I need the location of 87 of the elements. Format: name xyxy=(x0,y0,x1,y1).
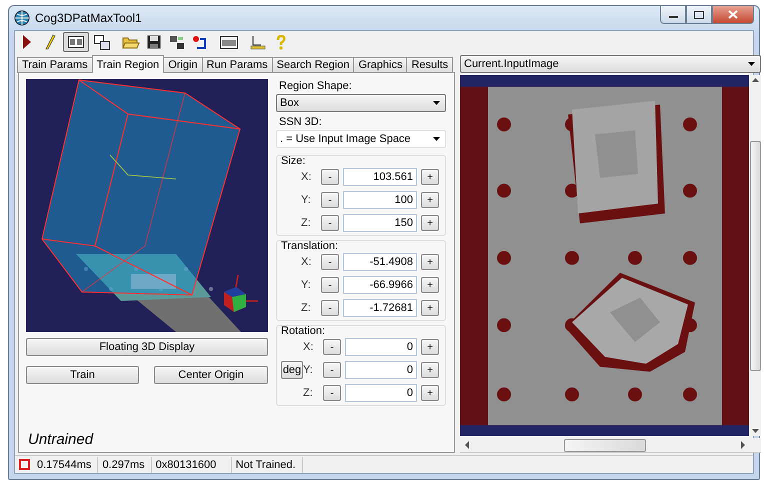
group-title: Size: xyxy=(281,155,306,168)
increment-button[interactable]: + xyxy=(421,385,439,401)
number-field[interactable]: -66.9966 xyxy=(343,276,417,294)
number-field[interactable]: 100 xyxy=(343,191,417,209)
train-button[interactable]: Train xyxy=(26,366,139,384)
center-origin-button[interactable]: Center Origin xyxy=(154,366,268,384)
increment-button[interactable]: + xyxy=(421,339,439,355)
tab[interactable]: Graphics xyxy=(353,57,408,73)
caret-icon xyxy=(433,101,440,105)
folder-icon xyxy=(122,35,140,49)
decrement-button[interactable]: - xyxy=(323,339,341,355)
horizontal-scrollbar[interactable] xyxy=(460,438,761,453)
help-icon xyxy=(276,34,286,50)
scroll-thumb[interactable] xyxy=(564,438,646,452)
decrement-button[interactable]: - xyxy=(321,169,339,185)
floating-display-button[interactable]: Floating 3D Display xyxy=(26,338,268,356)
increment-button[interactable]: + xyxy=(421,169,439,185)
toolbar-button[interactable] xyxy=(92,32,112,52)
windows-icon xyxy=(94,34,110,50)
decrement-button[interactable]: - xyxy=(321,277,339,293)
scroll-right-icon[interactable] xyxy=(741,441,747,449)
region-shape-dropdown[interactable]: Box xyxy=(276,94,446,112)
increment-button[interactable]: + xyxy=(421,362,439,378)
caret-icon xyxy=(433,137,440,141)
decrement-button[interactable]: - xyxy=(323,362,341,378)
train-status-text: Untrained xyxy=(27,431,94,448)
number-field[interactable]: 0 xyxy=(345,361,417,379)
decrement-button[interactable]: - xyxy=(321,254,339,270)
status-text: 0.297ms xyxy=(98,456,152,472)
axis-label: Z: xyxy=(301,217,312,229)
increment-button[interactable]: + xyxy=(421,277,439,293)
play-icon xyxy=(22,34,32,50)
field-label: Region Shape: xyxy=(279,79,353,93)
ruler-icon xyxy=(250,34,266,50)
increment-button[interactable]: + xyxy=(421,254,439,270)
increment-button[interactable]: + xyxy=(421,215,439,231)
tab[interactable]: Train Region xyxy=(92,55,164,73)
axis-label: Y: xyxy=(301,279,312,291)
tab[interactable]: Train Params xyxy=(17,57,93,73)
maximize-icon xyxy=(694,10,704,18)
decrement-button[interactable]: - xyxy=(321,192,339,208)
axis-label: Y: xyxy=(303,364,314,376)
axis-label: X: xyxy=(301,171,312,183)
minimize-button[interactable] xyxy=(660,6,686,24)
vertical-scrollbar[interactable] xyxy=(749,75,761,436)
increment-button[interactable]: + xyxy=(421,300,439,316)
axis-label: X: xyxy=(303,341,314,353)
save-icon xyxy=(147,35,161,49)
scroll-thumb[interactable] xyxy=(750,140,760,370)
number-field[interactable]: 103.561 xyxy=(343,168,417,186)
axis-label: Y: xyxy=(301,194,312,206)
stop-square-icon xyxy=(19,459,30,470)
tab[interactable]: Search Region xyxy=(272,57,354,73)
ssn-dropdown[interactable]: . = Use Input Image Space xyxy=(276,130,446,148)
number-field[interactable]: 150 xyxy=(343,214,417,232)
close-icon xyxy=(728,10,738,19)
decrement-button[interactable]: - xyxy=(323,385,341,401)
axis-label: Z: xyxy=(303,387,314,399)
status-text: 0.17544ms xyxy=(33,456,98,472)
axis-label: Z: xyxy=(301,302,312,314)
number-field[interactable]: -51.4908 xyxy=(343,253,417,271)
number-field[interactable]: 0 xyxy=(345,384,417,402)
unit-button[interactable]: deg xyxy=(281,361,303,379)
status-text: Not Trained. xyxy=(232,456,303,472)
number-field[interactable]: 0 xyxy=(345,338,417,356)
window-title: Cog3DPatMaxTool1 xyxy=(35,11,143,25)
decrement-button[interactable]: - xyxy=(321,215,339,231)
status-text: 0x80131600 xyxy=(152,456,232,472)
toolbar-button[interactable] xyxy=(63,32,89,52)
image-selector-dropdown[interactable]: Current.InputImage xyxy=(460,55,761,73)
field-label: SSN 3D: xyxy=(279,115,323,129)
group-title: Rotation: xyxy=(281,325,326,338)
close-button[interactable] xyxy=(712,6,754,24)
axes-cube-icon xyxy=(224,274,259,312)
increment-button[interactable]: + xyxy=(421,192,439,208)
scroll-left-icon[interactable] xyxy=(463,441,469,449)
globe-icon xyxy=(14,10,30,26)
axis-label: X: xyxy=(301,256,312,268)
maximize-button[interactable] xyxy=(686,6,712,24)
number-field[interactable]: -1.72681 xyxy=(343,299,417,317)
group-title: Translation: xyxy=(281,240,340,253)
display-icon xyxy=(68,36,84,48)
decrement-button[interactable]: - xyxy=(321,300,339,316)
caret-icon xyxy=(748,62,755,66)
tab[interactable]: Results xyxy=(406,57,454,73)
tab[interactable]: Origin xyxy=(163,57,203,73)
tab[interactable]: Run Params xyxy=(202,57,273,73)
